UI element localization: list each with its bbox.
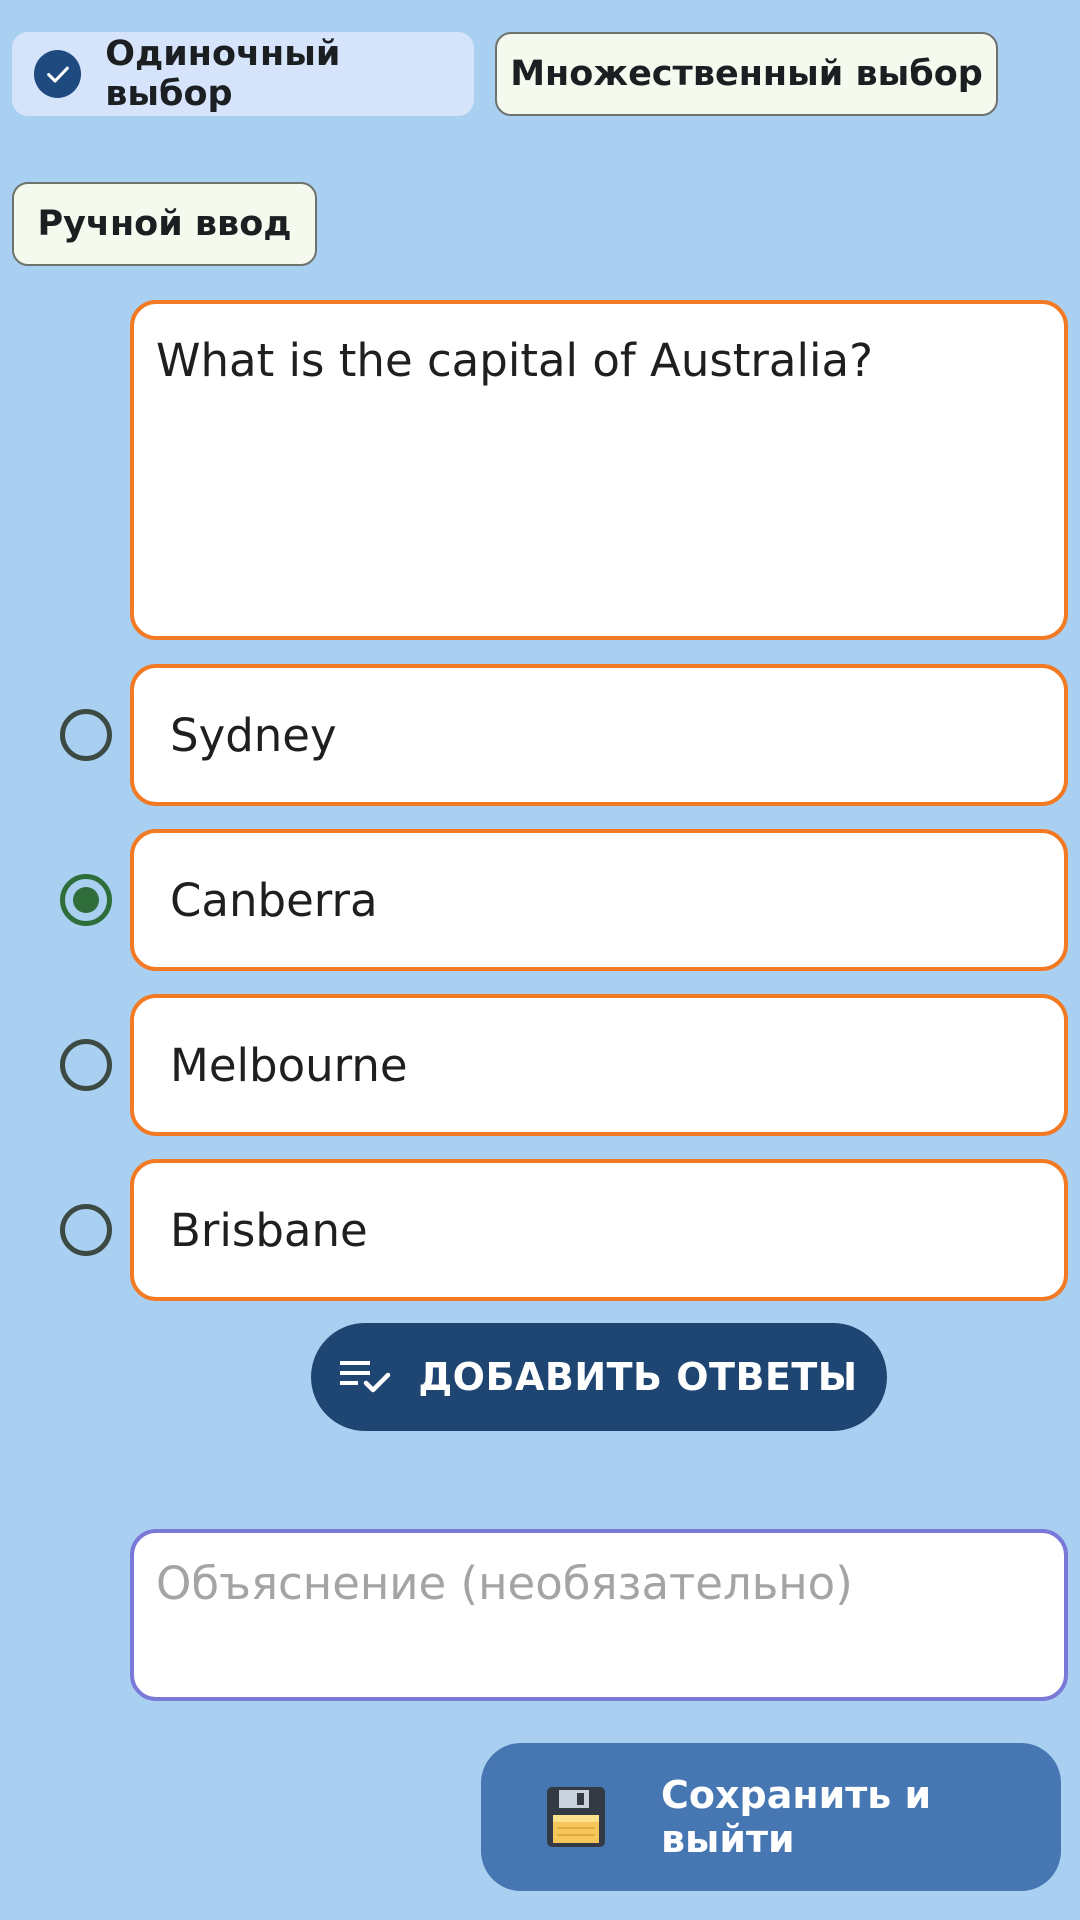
add-answers-label: ДОБАВИТЬ ОТВЕТЫ [418,1355,858,1399]
chip-manual-input[interactable]: Ручной ввод [12,182,317,266]
add-answers-button[interactable]: ДОБАВИТЬ ОТВЕТЫ [311,1323,887,1431]
chip-manual-input-label: Ручной ввод [37,204,292,244]
answer-input-3[interactable]: Melbourne [130,994,1068,1136]
chip-multiple-choice[interactable]: Множественный выбор [495,32,998,116]
answer-radio-2[interactable] [60,874,112,926]
radio-selected-dot [73,887,99,913]
answer-radio-4[interactable] [60,1204,112,1256]
playlist-add-check-icon [340,1357,394,1397]
save-and-exit-button[interactable]: Сохранить и выйти [481,1743,1061,1891]
question-input[interactable]: What is the capital of Australia? [130,300,1068,640]
chip-multiple-choice-label: Множественный выбор [510,54,983,94]
explanation-placeholder: Объяснение (необязательно) [156,1557,853,1610]
answer-input-1[interactable]: Sydney [130,664,1068,806]
answer-input-4[interactable]: Brisbane [130,1159,1068,1301]
question-text: What is the capital of Australia? [156,334,873,387]
answer-text-1: Sydney [170,708,337,762]
chip-single-choice[interactable]: Одиночный выбор [12,32,474,116]
answer-radio-3[interactable] [60,1039,112,1091]
answer-radio-1[interactable] [60,709,112,761]
answer-text-3: Melbourne [170,1038,408,1092]
check-icon [34,50,82,98]
answer-text-4: Brisbane [170,1203,368,1257]
chip-single-choice-label: Одиночный выбор [105,34,341,114]
answer-input-2[interactable]: Canberra [130,829,1068,971]
save-and-exit-label: Сохранить и выйти [661,1773,932,1861]
floppy-disk-icon [547,1787,605,1847]
explanation-input[interactable]: Объяснение (необязательно) [130,1529,1068,1701]
answer-text-2: Canberra [170,873,378,927]
